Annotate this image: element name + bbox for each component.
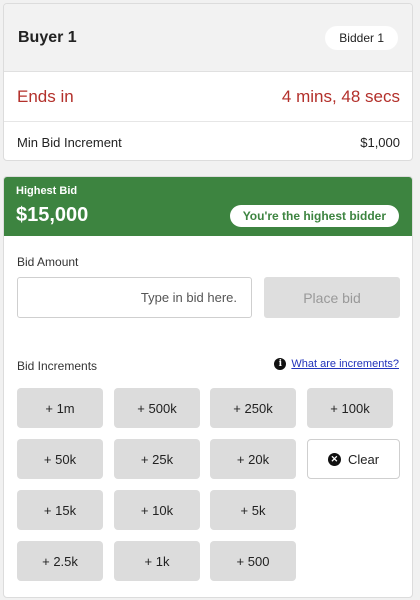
min-increment-row: Min Bid Increment $1,000 xyxy=(4,122,412,160)
ends-in-label: Ends in xyxy=(17,86,74,106)
increment-button-25k[interactable]: + 25k xyxy=(114,439,200,479)
highest-bid-label: Highest Bid xyxy=(16,185,78,197)
what-are-increments-link[interactable]: What are increments? xyxy=(291,358,399,370)
place-bid-button[interactable]: Place bid xyxy=(264,277,400,318)
highest-bid-banner: Highest Bid $15,000 You're the highest b… xyxy=(4,177,412,236)
increment-button-50k[interactable]: + 50k xyxy=(17,439,103,479)
clear-button[interactable]: ✕ Clear xyxy=(307,439,400,479)
increment-button-10k[interactable]: + 10k xyxy=(114,490,200,530)
increment-button-1m[interactable]: + 1m xyxy=(17,388,103,428)
increment-button-500k[interactable]: + 500k xyxy=(114,388,200,428)
bid-amount-input[interactable] xyxy=(17,277,252,318)
bidding-card: Highest Bid $15,000 You're the highest b… xyxy=(3,176,413,598)
increment-button-500[interactable]: + 500 xyxy=(210,541,296,581)
info-icon: i xyxy=(274,358,287,370)
clear-label: Clear xyxy=(347,451,380,467)
highest-bidder-badge: You're the highest bidder xyxy=(229,205,399,227)
buyer-header: Buyer 1 Bidder 1 xyxy=(4,4,412,72)
bidder-badge: Bidder 1 xyxy=(325,25,398,50)
buyer-name: Buyer 1 xyxy=(18,28,77,46)
highest-bid-amount: $15,000 xyxy=(16,204,89,226)
auction-info-card: Buyer 1 Bidder 1 Ends in 4 mins, 48 secs… xyxy=(3,3,413,161)
bid-amount-label: Bid Amount xyxy=(17,255,79,269)
min-increment-value: $1,000 xyxy=(360,134,400,150)
increment-button-2-5k[interactable]: + 2.5k xyxy=(17,541,103,581)
increments-help: i What are increments? xyxy=(274,358,399,370)
min-increment-label: Min Bid Increment xyxy=(17,134,122,150)
increment-button-250k[interactable]: + 250k xyxy=(210,388,296,428)
bid-increments-label: Bid Increments xyxy=(17,359,98,373)
increment-button-1k[interactable]: + 1k xyxy=(114,541,200,581)
ends-in-row: Ends in 4 mins, 48 secs xyxy=(4,72,412,122)
increment-button-100k[interactable]: + 100k xyxy=(307,388,393,428)
increment-button-15k[interactable]: + 15k xyxy=(17,490,103,530)
increment-button-20k[interactable]: + 20k xyxy=(210,439,296,479)
increment-button-5k[interactable]: + 5k xyxy=(210,490,296,530)
ends-in-time: 4 mins, 48 secs xyxy=(281,86,400,106)
close-icon: ✕ xyxy=(327,452,341,466)
